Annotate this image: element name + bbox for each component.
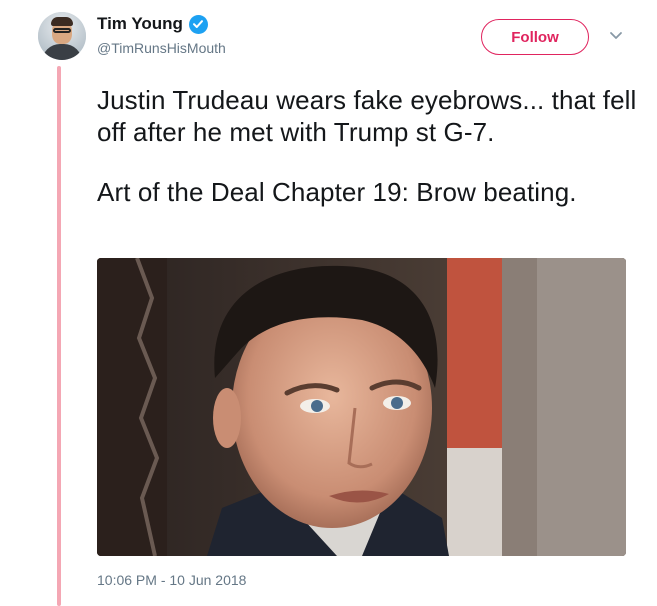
avatar[interactable] — [38, 12, 86, 60]
tweet-media-photo[interactable] — [97, 258, 626, 556]
author-display-name[interactable]: Tim Young — [97, 14, 183, 34]
tweet-text-paragraph-2: Art of the Deal Chapter 19: Brow beating… — [97, 177, 577, 207]
author-handle[interactable]: @TimRunsHisMouth — [97, 40, 226, 56]
tweet-timestamp[interactable]: 10:06 PM - 10 Jun 2018 — [97, 572, 246, 588]
verified-badge-icon — [188, 14, 208, 34]
thread-line — [57, 66, 61, 606]
chevron-down-icon[interactable] — [609, 29, 623, 41]
author-name-row[interactable]: Tim Young — [97, 14, 208, 34]
tweet-text: Justin Trudeau wears fake eyebrows... th… — [97, 84, 637, 208]
follow-button[interactable]: Follow — [481, 19, 589, 55]
tweet-text-paragraph-1: Justin Trudeau wears fake eyebrows... th… — [97, 85, 637, 147]
